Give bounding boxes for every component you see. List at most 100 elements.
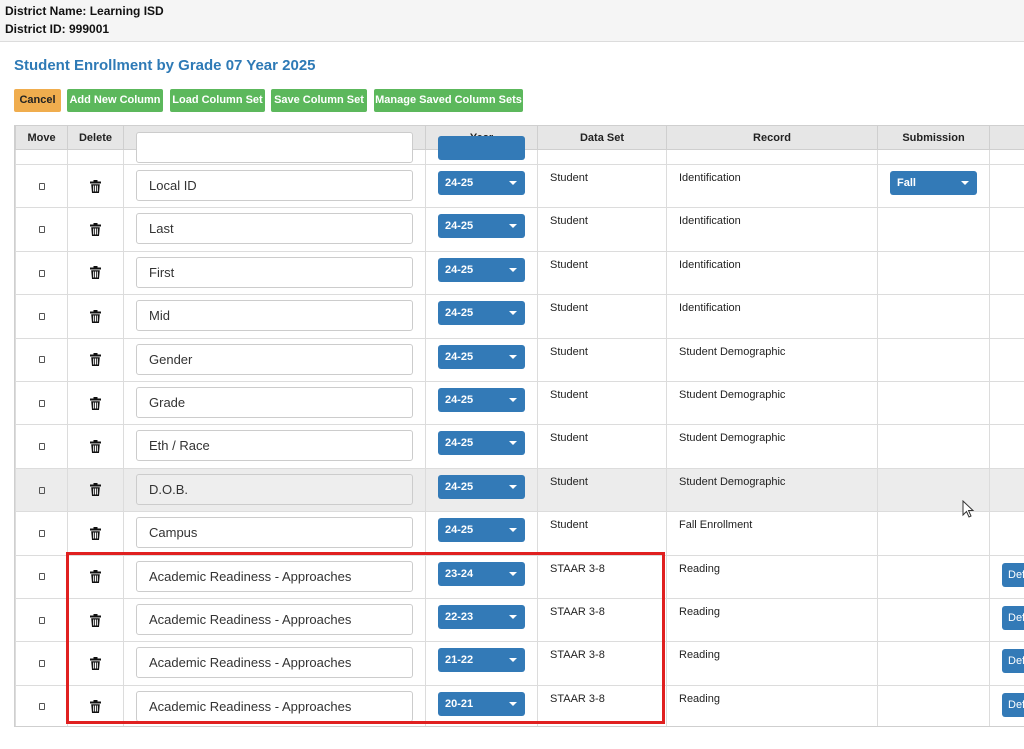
year-select-value: 22-23 bbox=[445, 610, 474, 623]
title-input[interactable] bbox=[136, 603, 413, 635]
year-cell: 22-23 bbox=[425, 597, 538, 643]
year-select[interactable]: 23-24 bbox=[438, 561, 525, 586]
trash-icon[interactable] bbox=[90, 570, 101, 584]
year-select[interactable]: 24-25 bbox=[438, 301, 525, 326]
drag-handle-icon[interactable] bbox=[38, 226, 45, 234]
year-select-value: 23-24 bbox=[445, 567, 474, 580]
title-input[interactable] bbox=[136, 132, 413, 163]
year-select[interactable]: 24-25 bbox=[438, 171, 525, 195]
table-row-partial bbox=[15, 132, 1024, 165]
year-cell: 23-24 bbox=[425, 554, 538, 599]
year-cell: 21-22 bbox=[425, 641, 538, 686]
title-input[interactable] bbox=[136, 517, 413, 549]
year-select[interactable]: 21-22 bbox=[438, 648, 525, 673]
dataset-text: Student bbox=[550, 388, 588, 401]
trash-icon[interactable] bbox=[90, 396, 101, 410]
drag-handle-icon[interactable] bbox=[38, 443, 45, 451]
trash-icon[interactable] bbox=[90, 526, 101, 540]
record-cell: Reading bbox=[666, 597, 878, 643]
definition-button[interactable]: Def bbox=[1002, 692, 1024, 717]
title-input[interactable] bbox=[136, 473, 413, 505]
table-row: 21-22 STAAR 3-8 Reading Def bbox=[15, 641, 1024, 686]
chevron-down-icon bbox=[509, 354, 517, 359]
year-select[interactable]: 24-25 bbox=[438, 387, 525, 412]
table-row: 24-25 Student Student Demographic bbox=[15, 337, 1024, 382]
drag-handle-icon[interactable] bbox=[38, 703, 45, 711]
title-input[interactable] bbox=[136, 386, 413, 418]
year-select[interactable]: 24-25 bbox=[438, 518, 525, 543]
trash-icon[interactable] bbox=[90, 353, 101, 367]
dataset-text: STAAR 3-8 bbox=[550, 605, 605, 618]
chevron-down-icon bbox=[509, 441, 517, 446]
table-row: 24-25 Student Identification bbox=[15, 207, 1024, 252]
drag-handle-icon[interactable] bbox=[38, 486, 45, 494]
drag-handle-icon[interactable] bbox=[38, 269, 45, 277]
drag-handle-icon[interactable] bbox=[38, 660, 45, 668]
load-column-set-button[interactable]: Load Column Set bbox=[170, 89, 265, 112]
title-input[interactable] bbox=[136, 256, 413, 288]
drag-handle-icon[interactable] bbox=[38, 573, 45, 581]
year-select[interactable]: 24-25 bbox=[438, 214, 525, 239]
add-new-column-button[interactable]: Add New Column bbox=[67, 89, 163, 112]
delete-cell bbox=[67, 597, 124, 643]
column-header-move[interactable]: Move bbox=[15, 125, 68, 150]
definition-button[interactable]: Def bbox=[1002, 649, 1024, 674]
record-text: Identification bbox=[679, 302, 741, 315]
trash-icon[interactable] bbox=[90, 266, 101, 280]
dataset-text: Student bbox=[550, 519, 588, 532]
year-select[interactable]: 20-21 bbox=[438, 691, 525, 716]
title-input[interactable] bbox=[136, 560, 413, 592]
drag-handle-icon[interactable] bbox=[38, 182, 45, 190]
column-header-data-set[interactable]: Data Set bbox=[537, 125, 667, 150]
submission-select[interactable]: Fall bbox=[890, 171, 977, 195]
save-column-set-button[interactable]: Save Column Set bbox=[271, 89, 367, 112]
drag-handle-icon[interactable] bbox=[38, 312, 45, 320]
cancel-button[interactable]: Cancel bbox=[14, 89, 61, 112]
delete-cell bbox=[67, 424, 124, 469]
title-input[interactable] bbox=[136, 170, 413, 201]
year-select[interactable]: 24-25 bbox=[438, 474, 525, 499]
trash-icon[interactable] bbox=[90, 179, 101, 193]
title-input[interactable] bbox=[136, 430, 413, 462]
definition-button[interactable]: Def bbox=[1002, 562, 1024, 587]
submission-cell bbox=[877, 554, 990, 599]
column-header-record[interactable]: Record bbox=[666, 125, 878, 150]
year-select[interactable]: 24-25 bbox=[438, 344, 525, 369]
trash-icon[interactable] bbox=[90, 309, 101, 323]
year-select-value: 24-25 bbox=[445, 220, 474, 233]
submission-cell bbox=[877, 207, 990, 252]
delete-cell bbox=[67, 163, 124, 209]
title-input[interactable] bbox=[136, 213, 413, 245]
definition-button[interactable]: Def bbox=[1002, 605, 1024, 630]
year-select[interactable]: 22-23 bbox=[438, 604, 525, 629]
extra-cell bbox=[989, 511, 1024, 556]
title-input[interactable] bbox=[136, 300, 413, 332]
year-select-value: 24-25 bbox=[445, 437, 474, 450]
dataset-text: Student bbox=[550, 258, 588, 271]
trash-icon[interactable] bbox=[90, 700, 101, 714]
trash-icon[interactable] bbox=[90, 223, 101, 237]
district-name: District Name: Learning ISD bbox=[5, 4, 164, 18]
trash-icon[interactable] bbox=[90, 483, 101, 497]
table-row: 24-25 Student Fall Enrollment bbox=[15, 511, 1024, 556]
move-cell bbox=[15, 641, 68, 686]
delete-cell bbox=[67, 641, 124, 686]
drag-handle-icon[interactable] bbox=[38, 616, 45, 624]
trash-icon[interactable] bbox=[90, 613, 101, 627]
delete-cell bbox=[67, 149, 124, 165]
title-input[interactable] bbox=[136, 343, 413, 375]
column-header-delete[interactable]: Delete bbox=[67, 125, 124, 150]
drag-handle-icon[interactable] bbox=[38, 356, 45, 364]
column-header-submission[interactable]: Submission bbox=[877, 125, 990, 150]
drag-handle-icon[interactable] bbox=[38, 529, 45, 537]
drag-handle-icon[interactable] bbox=[38, 399, 45, 407]
year-select[interactable]: 24-25 bbox=[438, 257, 525, 282]
title-input[interactable] bbox=[136, 647, 413, 679]
trash-icon[interactable] bbox=[90, 656, 101, 670]
year-select[interactable]: 24-25 bbox=[438, 431, 525, 456]
year-select[interactable] bbox=[438, 136, 525, 160]
title-input[interactable] bbox=[136, 690, 413, 722]
manage-saved-column-sets-button[interactable]: Manage Saved Column Sets bbox=[374, 89, 523, 112]
trash-icon[interactable] bbox=[90, 440, 101, 454]
move-cell bbox=[15, 554, 68, 599]
